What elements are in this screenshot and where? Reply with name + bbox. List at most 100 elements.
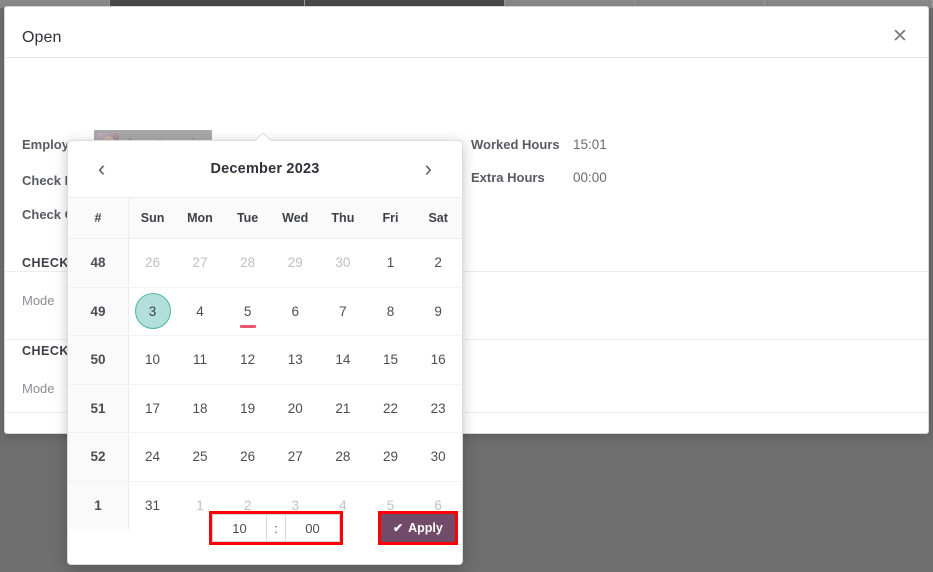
datepicker-popup: ‹ December 2023 › # Sun Mon Tue Wed Thu … xyxy=(67,140,463,565)
calendar-day[interactable]: 27 xyxy=(271,432,320,482)
calendar-week-row: 51 17 18 19 20 21 22 23 xyxy=(68,384,462,433)
day-number: 19 xyxy=(240,400,256,416)
calendar-day[interactable]: 15 xyxy=(366,335,415,385)
weekday-header: Fri xyxy=(366,197,415,239)
calendar-day[interactable]: 26 xyxy=(223,432,272,482)
calendar-day[interactable]: 21 xyxy=(319,384,367,433)
weekday-header: Wed xyxy=(271,197,320,239)
calendar-day[interactable]: 20 xyxy=(271,384,320,433)
weekday-header: Tue xyxy=(223,197,272,239)
calendar-day[interactable]: 28 xyxy=(319,432,367,482)
calendar-header-row: # Sun Mon Tue Wed Thu Fri Sat xyxy=(68,197,462,239)
day-number: 21 xyxy=(335,400,351,416)
calendar-day[interactable]: 12 xyxy=(223,335,272,385)
day-number: 27 xyxy=(192,255,208,271)
time-input-annotation: : xyxy=(209,511,343,545)
calendar-day[interactable]: 2 xyxy=(414,238,462,288)
calendar-day[interactable]: 26 xyxy=(128,238,177,288)
day-number: 1 xyxy=(386,255,395,271)
week-number-cell: 50 xyxy=(68,335,129,385)
calendar-day[interactable]: 7 xyxy=(319,287,367,336)
calendar-day-today[interactable]: 5 xyxy=(223,287,272,336)
extra-hours-label: Extra Hours xyxy=(471,170,545,185)
calendar-day[interactable]: 10 xyxy=(128,335,177,385)
calendar-day[interactable]: 23 xyxy=(414,384,462,433)
calendar-day[interactable]: 9 xyxy=(414,287,462,336)
extra-hours-value: 00:00 xyxy=(573,170,607,185)
calendar-day-selected[interactable]: 3 xyxy=(128,287,177,336)
weekday-header: Sat xyxy=(414,197,462,239)
week-number-cell: 49 xyxy=(68,287,129,336)
day-number: 7 xyxy=(339,303,347,319)
screen-root: Open ✕ Employee Jose Ignacio Check In 12… xyxy=(0,0,933,572)
calendar-week-row: 49 3 4 5 6 7 8 9 xyxy=(68,287,462,336)
close-icon[interactable]: ✕ xyxy=(888,24,912,48)
calendar-day[interactable]: 27 xyxy=(176,238,224,288)
calendar-week-row: 48 26 27 28 29 30 1 2 xyxy=(68,238,462,288)
day-number: 22 xyxy=(383,400,399,416)
hours-input[interactable] xyxy=(212,514,267,542)
calendar-day[interactable]: 11 xyxy=(176,335,224,385)
day-number: 26 xyxy=(145,255,161,271)
day-number: 24 xyxy=(145,449,161,465)
page-title: Open xyxy=(22,29,62,46)
day-number: 15 xyxy=(383,352,399,368)
calendar-day[interactable]: 14 xyxy=(319,335,367,385)
day-number: 18 xyxy=(192,400,208,416)
day-number: 26 xyxy=(240,449,256,465)
chevron-left-icon[interactable]: ‹ xyxy=(92,158,111,180)
day-number: 23 xyxy=(430,400,446,416)
apply-button-annotation: ✔ Apply xyxy=(378,511,458,545)
month-title[interactable]: December 2023 xyxy=(210,161,319,177)
calendar-day[interactable]: 6 xyxy=(271,287,320,336)
day-number: 13 xyxy=(287,352,303,368)
calendar-day[interactable]: 29 xyxy=(366,432,415,482)
day-number: 8 xyxy=(386,303,395,319)
week-number-cell: 51 xyxy=(68,384,129,433)
calendar-body: 48 26 27 28 29 30 1 2 49 3 4 5 6 7 8 9 50 10 11 12 13 14 15 16 5… xyxy=(68,238,462,529)
day-number: 29 xyxy=(287,255,303,271)
calendar-day[interactable]: 30 xyxy=(319,238,367,288)
calendar-day[interactable]: 8 xyxy=(366,287,415,336)
day-number: 27 xyxy=(287,449,303,465)
day-number: 12 xyxy=(240,352,256,368)
day-number: 17 xyxy=(145,400,161,416)
minutes-input[interactable] xyxy=(285,514,340,542)
day-number: 5 xyxy=(230,293,266,329)
day-number: 3 xyxy=(134,293,171,330)
calendar-day[interactable]: 17 xyxy=(128,384,177,433)
day-number: 30 xyxy=(335,255,351,271)
datepicker-header: ‹ December 2023 › xyxy=(68,141,462,197)
day-number: 25 xyxy=(192,449,208,465)
day-number: 9 xyxy=(434,303,442,319)
day-number: 4 xyxy=(196,303,204,319)
day-number: 30 xyxy=(430,449,446,465)
day-number: 29 xyxy=(383,449,399,465)
calendar-day[interactable]: 25 xyxy=(176,432,224,482)
weekday-header: Mon xyxy=(176,197,224,239)
time-separator: : xyxy=(267,514,285,542)
calendar-day[interactable]: 18 xyxy=(176,384,224,433)
calendar-day[interactable]: 1 xyxy=(366,238,415,288)
calendar-day[interactable]: 28 xyxy=(223,238,272,288)
day-number: 6 xyxy=(291,303,299,319)
popup-caret xyxy=(255,133,271,141)
day-number: 28 xyxy=(240,255,256,271)
calendar-day[interactable]: 19 xyxy=(223,384,272,433)
calendar-day[interactable]: 29 xyxy=(271,238,320,288)
calendar-week-row: 52 24 25 26 27 28 29 30 xyxy=(68,432,462,482)
day-number: 28 xyxy=(335,449,351,465)
calendar-day[interactable]: 24 xyxy=(128,432,177,482)
chevron-right-icon[interactable]: › xyxy=(419,158,438,180)
weekday-header: Thu xyxy=(319,197,367,239)
calendar-day[interactable]: 22 xyxy=(366,384,415,433)
calendar-day[interactable]: 16 xyxy=(414,335,462,385)
datepicker-footer: : ✔ Apply xyxy=(68,498,462,564)
apply-button[interactable]: ✔ Apply xyxy=(381,514,455,542)
day-number: 16 xyxy=(430,352,446,368)
weekday-header: Sun xyxy=(128,197,177,239)
calendar-day[interactable]: 30 xyxy=(414,432,462,482)
check-icon: ✔ xyxy=(393,521,404,535)
calendar-day[interactable]: 4 xyxy=(176,287,224,336)
calendar-day[interactable]: 13 xyxy=(271,335,320,385)
